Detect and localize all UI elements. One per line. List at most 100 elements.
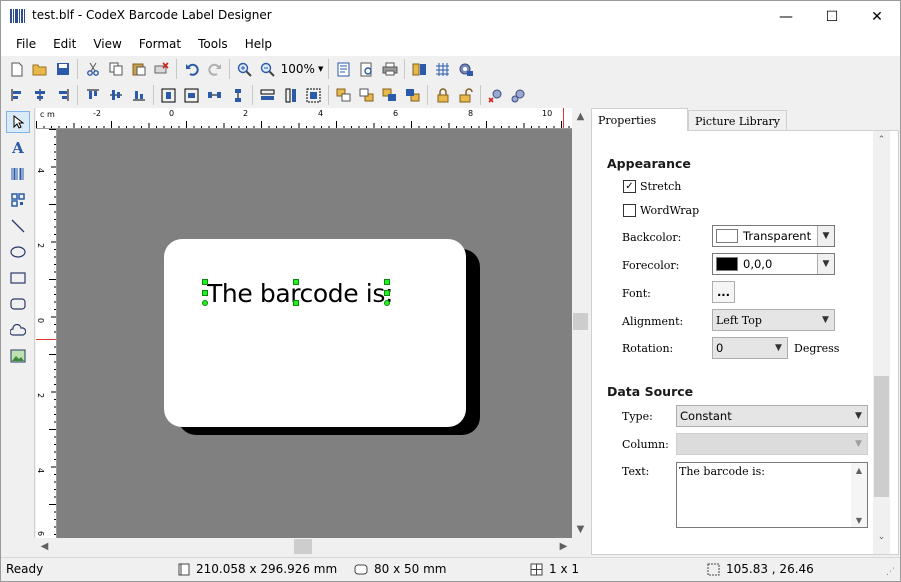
shape-tool[interactable] [6,319,30,341]
align-center-button[interactable] [28,84,51,106]
align-bottom-button[interactable] [127,84,150,106]
database-icon [412,63,426,75]
print-button[interactable] [378,58,401,80]
design-canvas[interactable]: The barcode is: [57,129,572,538]
align-left-button[interactable] [5,84,28,106]
menu-tools[interactable]: Tools [189,37,236,51]
horizontal-scroll-thumb[interactable] [294,539,312,554]
tab-picture-library[interactable]: Picture Library [688,110,787,131]
text-value-area[interactable]: The barcode is: ▲ ▼ [676,462,868,528]
type-select[interactable]: Constant ▼ [676,405,868,427]
same-size-button[interactable] [302,84,325,106]
open-button[interactable] [28,58,51,80]
data-source-button[interactable] [408,58,431,80]
save-button[interactable] [51,58,74,80]
chevron-down-icon[interactable]: ⌄ [873,528,890,545]
canvas-horizontal-scrollbar[interactable]: ◀ ▶ [36,538,572,555]
scroll-down-icon[interactable]: ▼ [572,521,589,538]
chevron-up-icon[interactable]: ▲ [851,463,867,477]
close-button[interactable]: ✕ [854,1,900,32]
minimize-button[interactable]: — [763,1,809,32]
forecolor-picker[interactable]: 0,0,0 ▼ [712,253,835,275]
lock-button[interactable] [431,84,454,106]
rotation-select[interactable]: 0 ▼ [712,337,788,359]
align-middle-button[interactable] [104,84,127,106]
maximize-button[interactable]: ☐ [809,1,855,32]
selection-handle[interactable] [202,290,208,296]
menu-view[interactable]: View [84,37,129,51]
selection-handle[interactable] [202,279,208,285]
zoom-out-button[interactable] [256,58,279,80]
center-vertical-button[interactable] [180,84,203,106]
menu-file[interactable]: File [7,37,44,51]
remove-binding-button[interactable] [484,84,507,106]
chevron-up-icon[interactable]: ⌃ [873,131,890,148]
bring-front-button[interactable] [332,84,355,106]
label-surface[interactable] [164,239,466,427]
text-tool[interactable]: A [6,137,30,159]
horizontal-ruler: c m -2 0 2 4 6 8 10 [36,108,572,129]
unlock-button[interactable] [454,84,477,106]
delete-button[interactable] [150,58,173,80]
zoom-in-button[interactable] [233,58,256,80]
font-picker-button[interactable]: ... [712,281,735,303]
vertical-scroll-thumb[interactable] [573,313,588,330]
same-height-button[interactable] [279,84,302,106]
ellipse-tool[interactable] [6,241,30,263]
properties-scrollbar[interactable]: ⌃ ⌄ [873,131,890,554]
bring-forward-button[interactable] [378,84,401,106]
wordwrap-checkbox[interactable] [623,204,636,217]
undo-button[interactable] [180,58,203,80]
cut-button[interactable] [81,58,104,80]
pointer-tool[interactable] [6,111,30,133]
rounded-rectangle-tool[interactable] [6,293,30,315]
page-setup-button[interactable] [332,58,355,80]
scroll-left-icon[interactable]: ◀ [36,538,53,555]
qrcode-tool[interactable] [6,189,30,211]
rectangle-tool[interactable] [6,267,30,289]
zoom-dropdown[interactable]: 100% ▼ [279,59,325,79]
align-right-button[interactable] [51,84,74,106]
properties-scroll-thumb[interactable] [874,376,889,497]
scroll-up-icon[interactable]: ▲ [572,108,589,125]
picture-tool[interactable] [6,345,30,367]
send-backward-button[interactable] [401,84,424,106]
space-vertical-button[interactable] [226,84,249,106]
same-width-button[interactable] [256,84,279,106]
label-text-object[interactable]: The barcode is: [207,279,393,308]
settings-button[interactable] [454,58,477,80]
backcolor-picker[interactable]: Transparent ▼ [712,225,835,247]
tab-properties[interactable]: Properties [591,108,688,131]
selection-handle[interactable] [202,300,208,306]
space-horizontal-button[interactable] [203,84,226,106]
selection-handle[interactable] [293,279,299,285]
column-select[interactable]: ▼ [676,433,868,455]
center-horizontal-button[interactable] [157,84,180,106]
selection-handle[interactable] [384,300,390,306]
send-back-button[interactable] [355,84,378,106]
print-preview-button[interactable] [355,58,378,80]
new-button[interactable] [5,58,28,80]
line-tool[interactable] [6,215,30,237]
resize-grip-icon[interactable]: ⋰ [886,567,895,577]
copy-button[interactable] [104,58,127,80]
menu-edit[interactable]: Edit [44,37,84,51]
chevron-down-icon[interactable]: ▼ [851,513,867,527]
selection-handle[interactable] [293,300,299,306]
align-top-button[interactable] [81,84,104,106]
alignment-select[interactable]: Left Top ▼ [712,309,835,331]
stretch-checkbox[interactable]: ✓ [623,180,636,193]
binding-button[interactable] [507,84,530,106]
qr-code-icon [11,193,25,207]
canvas-vertical-scrollbar[interactable]: ▲ ▼ [572,108,589,538]
menu-help[interactable]: Help [236,37,280,51]
paste-button[interactable] [127,58,150,80]
selection-handle[interactable] [384,290,390,296]
menu-format[interactable]: Format [130,37,189,51]
scroll-right-icon[interactable]: ▶ [555,538,572,555]
grid-button[interactable] [431,58,454,80]
redo-button[interactable] [203,58,226,80]
barcode-tool[interactable] [6,163,30,185]
selection-handle[interactable] [384,279,390,285]
text-area-scrollbar[interactable]: ▲ ▼ [851,463,867,527]
